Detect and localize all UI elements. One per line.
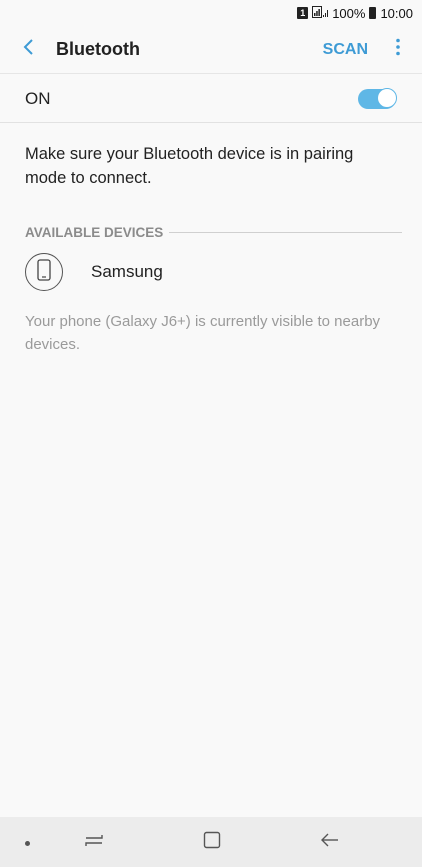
visibility-message: Your phone (Galaxy J6+) is currently vis… — [25, 313, 381, 353]
navigation-bar — [0, 817, 422, 867]
device-item-samsung[interactable]: Samsung — [25, 250, 402, 294]
battery-icon — [369, 7, 377, 19]
recent-apps-button[interactable] — [82, 830, 106, 854]
chevron-left-icon — [22, 38, 34, 61]
section-header-label: AVAILABLE DEVICES — [25, 224, 164, 240]
home-button[interactable] — [200, 830, 224, 854]
recent-apps-icon — [84, 831, 104, 854]
app-bar: Bluetooth SCAN — [0, 26, 422, 74]
page-title: Bluetooth — [56, 39, 140, 59]
bluetooth-toggle-row[interactable]: ON — [0, 75, 422, 123]
bluetooth-toggle-switch[interactable] — [358, 87, 397, 109]
available-devices-header: AVAILABLE DEVICES — [25, 222, 402, 242]
battery-percent: 100% — [332, 5, 366, 21]
toggle-label: ON — [25, 88, 51, 108]
status-time: 10:00 — [380, 5, 413, 21]
toggle-knob — [377, 87, 397, 108]
scan-button[interactable]: SCAN — [313, 41, 378, 59]
signal-icon — [312, 5, 329, 21]
section-divider — [169, 231, 402, 233]
home-icon — [203, 831, 221, 854]
device-name: Samsung — [91, 262, 163, 281]
pairing-instructions: Make sure your Bluetooth device is in pa… — [25, 145, 354, 187]
device-icon-container — [25, 253, 63, 291]
more-options-button[interactable] — [384, 26, 412, 74]
dot-icon[interactable] — [25, 841, 30, 846]
back-button[interactable] — [0, 26, 56, 74]
back-nav-button[interactable] — [318, 830, 342, 854]
back-arrow-icon — [320, 831, 340, 854]
more-vertical-icon — [396, 38, 400, 61]
status-bar: 1 100% 10:00 — [0, 0, 422, 26]
sim-card-icon: 1 — [297, 7, 309, 19]
phone-icon — [37, 258, 51, 286]
